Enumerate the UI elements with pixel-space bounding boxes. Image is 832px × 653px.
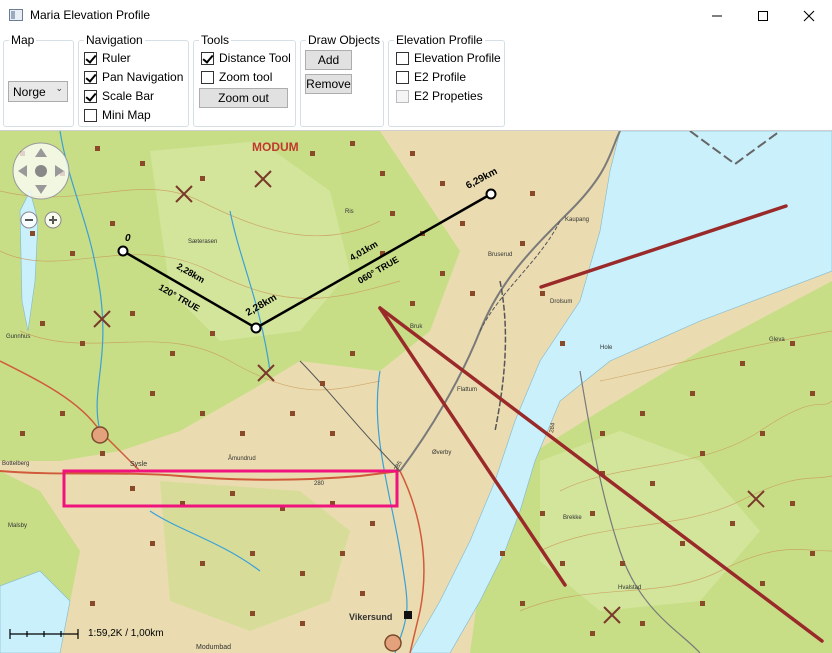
scale-bar-checkbox[interactable]: Scale Bar — [84, 88, 154, 104]
window-title: Maria Elevation Profile — [30, 8, 151, 22]
close-button[interactable] — [786, 0, 832, 32]
zoom-in-icon[interactable] — [44, 211, 62, 229]
elevation-profile-group-title: Elevation Profile — [394, 33, 485, 47]
distance-tool-checkbox-box[interactable] — [201, 51, 214, 65]
distance-tool-label: Distance Tool — [219, 51, 291, 65]
add-button[interactable]: Add — [305, 50, 352, 70]
pan-compass-icon[interactable] — [12, 142, 70, 200]
label-brekke: Brekke — [563, 515, 582, 521]
zoom-out-button[interactable]: Zoom out — [199, 88, 288, 108]
pan-navigation-checkbox-box[interactable] — [84, 70, 97, 84]
navigation-group-title: Navigation — [84, 33, 145, 47]
e2-profile-checkbox-box[interactable] — [396, 70, 409, 84]
label-malsby: Malsby — [8, 523, 27, 529]
zoom-out-icon[interactable] — [20, 211, 38, 229]
label-sysle: Sysle — [130, 461, 147, 468]
label-amundrud: Åmundrud — [228, 455, 256, 462]
tools-group-title: Tools — [199, 33, 232, 47]
map-select-value: Norge — [13, 85, 46, 99]
pan-navigation-checkbox[interactable]: Pan Navigation — [84, 69, 183, 85]
pan-navigation-label: Pan Navigation — [102, 70, 184, 84]
label-vikersund: Vikersund — [349, 612, 392, 622]
maximize-icon — [758, 11, 768, 21]
label-hvalstad: Hvalstad — [618, 585, 641, 591]
ruler-checkbox[interactable]: Ruler — [84, 50, 131, 66]
title-bar: Maria Elevation Profile — [0, 0, 832, 32]
scale-bar-checkbox-box[interactable] — [84, 89, 97, 103]
label-road-280: 280 — [314, 481, 325, 487]
e2-properties-label: E2 Propeties — [414, 89, 483, 103]
zoom-tool-checkbox[interactable]: Zoom tool — [201, 69, 272, 85]
toolbar: Map Norge ⌄ Navigation Ruler Pan Navigat… — [0, 32, 832, 131]
ruler-point-middle[interactable] — [250, 322, 262, 334]
label-hole: Hole — [600, 345, 613, 351]
zoom-tool-checkbox-box[interactable] — [201, 70, 214, 84]
e2-properties-checkbox-box — [396, 89, 409, 103]
draw-objects-group-title: Draw Objects — [306, 33, 383, 47]
scale-bar-label: 1:59,2K / 1,00km — [88, 628, 164, 639]
mini-map-checkbox[interactable]: Mini Map — [84, 107, 151, 123]
label-bottelberg: Bottelberg — [2, 461, 29, 467]
ruler-checkbox-box[interactable] — [84, 51, 97, 65]
label-gleva: Gleva — [769, 337, 785, 343]
minimize-button[interactable] — [694, 0, 740, 32]
elevation-profile-checkbox[interactable]: Elevation Profile — [396, 50, 501, 66]
remove-button[interactable]: Remove — [305, 74, 352, 94]
maximize-button[interactable] — [740, 0, 786, 32]
app-icon — [9, 9, 23, 21]
ruler-label-start: 0 — [125, 233, 131, 244]
label-gunnhus: Gunnhus — [6, 334, 30, 340]
scale-bar-label: Scale Bar — [102, 89, 155, 103]
ruler-point-start[interactable] — [117, 245, 129, 257]
label-overby: Øverby — [432, 450, 451, 456]
elevation-profile-label: Elevation Profile — [414, 51, 501, 65]
landmark-circle — [384, 634, 402, 652]
map-canvas[interactable]: 0 2,28km 6,29km 2,28km 120° TRUE 4,01km … — [0, 131, 832, 653]
zoom-tool-label: Zoom tool — [219, 70, 273, 84]
dropdown-chevron-icon: ⌄ — [55, 83, 63, 93]
label-kaupang: Kaupang — [565, 217, 589, 223]
label-drolsum: Drolsum — [550, 299, 572, 305]
vikersund-marker — [404, 611, 412, 619]
label-ris: Ris — [345, 209, 354, 215]
close-icon — [803, 10, 815, 22]
label-flattum: Flattum — [457, 387, 477, 393]
e2-profile-label: E2 Profile — [414, 70, 467, 84]
map-view[interactable]: 0 2,28km 6,29km 2,28km 120° TRUE 4,01km … — [0, 131, 832, 653]
distance-tool-checkbox[interactable]: Distance Tool — [201, 50, 291, 66]
pan-center[interactable] — [35, 165, 47, 177]
e2-properties-checkbox: E2 Propeties — [396, 88, 483, 104]
elevation-profile-checkbox-box[interactable] — [396, 51, 409, 65]
ruler-label: Ruler — [102, 51, 131, 65]
e2-profile-checkbox[interactable]: E2 Profile — [396, 69, 466, 85]
label-bruk: Bruk — [410, 324, 423, 330]
label-modum: MODUM — [252, 140, 299, 154]
label-modumbad: Modumbad — [196, 644, 231, 651]
map-select[interactable]: Norge ⌄ — [8, 81, 68, 102]
map-group-title: Map — [9, 33, 37, 47]
mini-map-label: Mini Map — [102, 108, 151, 122]
label-saeterasen: Sæterasen — [188, 239, 217, 245]
mini-map-checkbox-box[interactable] — [84, 108, 97, 122]
minimize-icon — [712, 15, 722, 17]
landmark-circle — [91, 426, 109, 444]
label-bruserud: Bruserud — [488, 252, 512, 258]
ruler-point-end[interactable] — [485, 188, 497, 200]
